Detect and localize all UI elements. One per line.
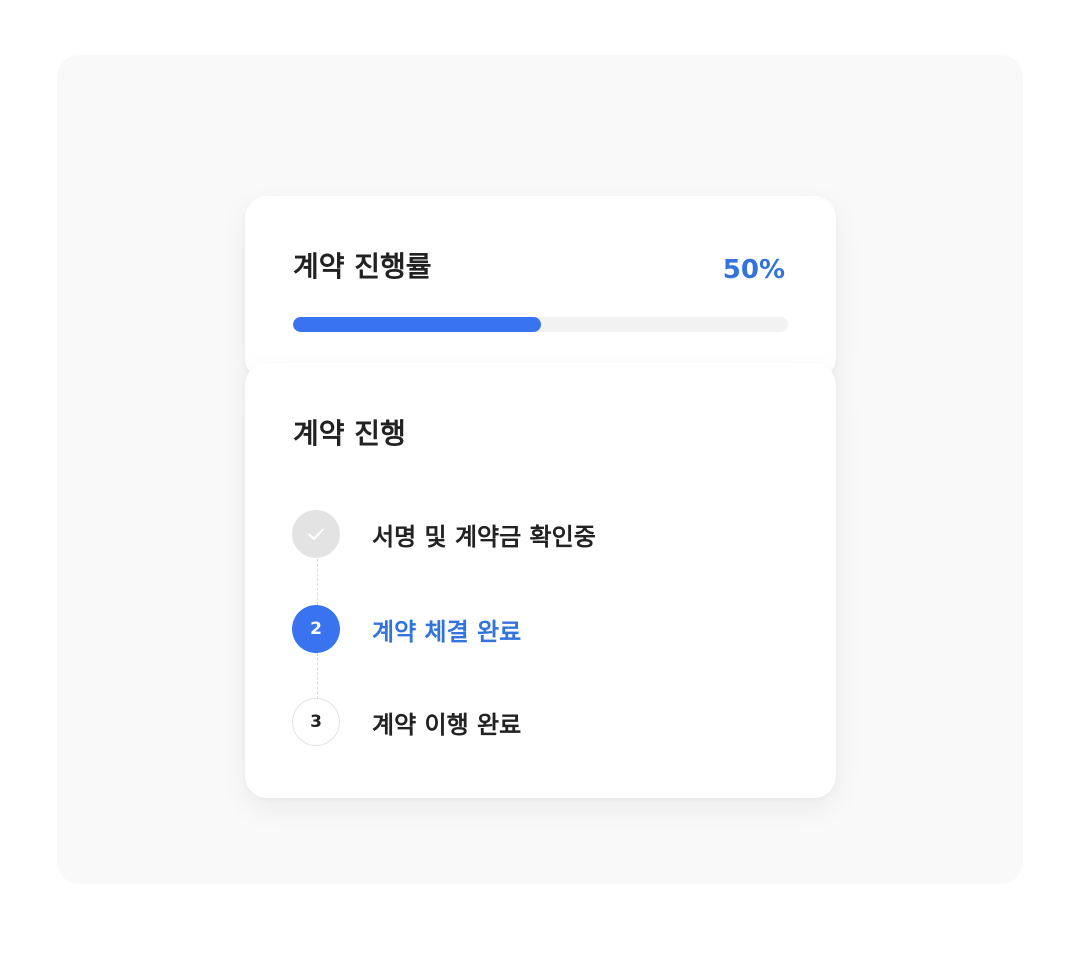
progress-title: 계약 진행률 — [293, 250, 432, 283]
step-connector — [317, 653, 318, 699]
step-circle-done — [292, 510, 340, 558]
step-number-pending: 3 — [292, 698, 340, 746]
steps-card: 계약 진행 서명 및 계약금 확인중 2 계약 체결 완료 3 계약 이행 완료 — [245, 363, 836, 798]
step-connector — [317, 559, 318, 605]
step-item-3: 3 계약 이행 완료 — [292, 698, 521, 746]
step-number-active: 2 — [292, 605, 340, 653]
step-item-1: 서명 및 계약금 확인중 — [292, 510, 596, 558]
step-label: 서명 및 계약금 확인중 — [372, 522, 596, 551]
progress-percent: 50% — [722, 255, 785, 285]
progress-fill — [293, 317, 541, 332]
check-icon — [308, 528, 324, 540]
step-label-active: 계약 체결 완료 — [372, 617, 522, 646]
progress-track — [293, 317, 788, 332]
progress-card: 계약 진행률 50% — [245, 196, 836, 380]
steps-title: 계약 진행 — [293, 417, 406, 450]
step-label: 계약 이행 완료 — [372, 710, 522, 739]
background-panel: 계약 진행률 50% 계약 진행 서명 및 계약금 확인중 2 계약 체결 완료… — [57, 55, 1023, 884]
step-item-2: 2 계약 체결 완료 — [292, 605, 521, 653]
